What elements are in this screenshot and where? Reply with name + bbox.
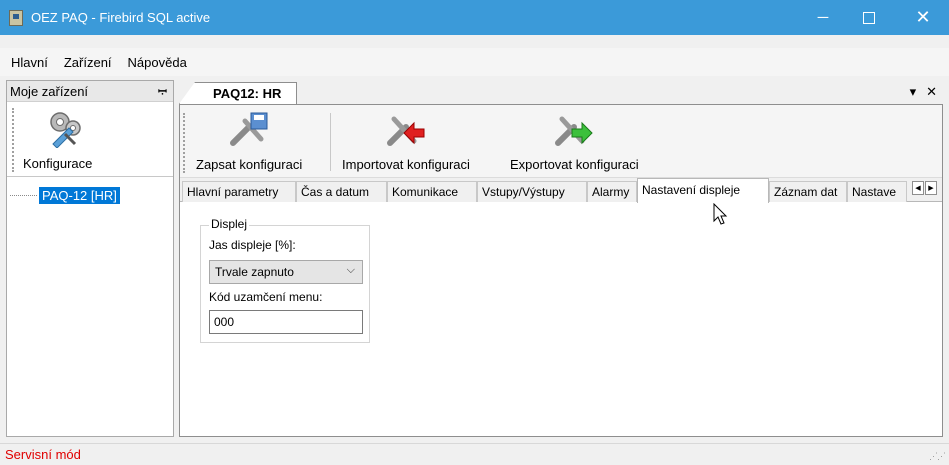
- tab-time-date[interactable]: Čas a datum: [296, 181, 387, 202]
- tab-settings-more[interactable]: Nastave: [847, 181, 907, 202]
- tree-item-device[interactable]: PAQ-12 [HR]: [10, 187, 120, 204]
- minimize-button[interactable]: ─: [800, 0, 846, 35]
- pin-icon[interactable]: ꟷ̣: [158, 84, 167, 99]
- tree-item-label: PAQ-12 [HR]: [39, 187, 120, 204]
- brightness-value: Trvale zapnuto: [215, 265, 294, 279]
- import-config-icon: [386, 116, 425, 146]
- export-config-button[interactable]: Exportovat konfiguraci: [510, 109, 639, 172]
- write-config-label: Zapsat konfiguraci: [196, 157, 303, 172]
- resize-grip-icon[interactable]: ⋰⋰: [929, 451, 946, 462]
- devices-panel-header: Moje zařízení ꟷ̣: [7, 81, 173, 102]
- devices-panel: Moje zařízení ꟷ̣ Konfigurace PAQ-12 [HR]: [6, 80, 174, 437]
- app-icon: [9, 9, 23, 26]
- toolbar-separator: [330, 113, 331, 171]
- tab-scroll-left-icon[interactable]: ◀: [912, 181, 924, 195]
- settings-tabs: Hlavní parametry Čas a datum Komunikace …: [180, 178, 942, 203]
- close-document-icon[interactable]: ✕: [926, 84, 937, 100]
- menu-main[interactable]: Hlavní: [3, 55, 56, 70]
- tab-data-logging[interactable]: Záznam dat: [769, 181, 847, 202]
- display-group-title: Displej: [209, 217, 250, 231]
- chevron-down-icon: ⌵: [346, 264, 355, 276]
- status-bar: Servisní mód ⋰⋰: [0, 443, 949, 465]
- menu-bar: Hlavní Zařízení Nápověda: [0, 48, 949, 76]
- tab-main-parameters[interactable]: Hlavní parametry: [182, 181, 296, 202]
- tree-connector: [10, 195, 37, 196]
- close-button[interactable]: ✕: [900, 0, 946, 35]
- mouse-cursor-icon: [713, 203, 728, 225]
- configuration-label: Konfigurace: [23, 156, 93, 171]
- document-body: Zapsat konfiguraci Importovat konfigurac…: [179, 104, 943, 437]
- menu-device[interactable]: Zařízení: [56, 55, 120, 70]
- maximize-button[interactable]: [846, 0, 892, 35]
- brightness-select[interactable]: Trvale zapnuto ⌵: [209, 260, 363, 284]
- display-group: Displej Jas displeje [%]: Trvale zapnuto…: [200, 217, 370, 343]
- document-tab[interactable]: PAQ12: HR: [179, 82, 297, 104]
- tab-inputs-outputs[interactable]: Vstupy/Výstupy: [477, 181, 587, 202]
- tab-alarms[interactable]: Alarmy: [587, 181, 637, 202]
- write-config-button[interactable]: Zapsat konfiguraci: [196, 109, 302, 172]
- configuration-button[interactable]: Konfigurace: [7, 102, 173, 177]
- tab-scroll-right-icon[interactable]: ▶: [925, 181, 937, 195]
- document-controls: ▾ ✕: [910, 84, 937, 100]
- maximize-icon: [863, 11, 875, 24]
- window-title: OEZ PAQ - Firebird SQL active: [31, 10, 211, 25]
- export-config-label: Exportovat konfiguraci: [510, 157, 639, 172]
- gears-icon: [50, 112, 81, 148]
- lock-code-label: Kód uzamčení menu:: [209, 290, 323, 304]
- write-config-icon: [230, 112, 268, 146]
- title-bar: OEZ PAQ - Firebird SQL active ─ ✕: [0, 0, 949, 35]
- lock-code-value: 000: [214, 315, 235, 329]
- devices-panel-title: Moje zařízení: [10, 83, 89, 99]
- toolbar-grip: [12, 108, 14, 172]
- toolbar: Zapsat konfiguraci Importovat konfigurac…: [180, 105, 942, 178]
- document-tab-label: PAQ12: HR: [213, 86, 282, 101]
- status-text: Servisní mód: [5, 447, 81, 462]
- document-tabstrip: PAQ12: HR ▾ ✕: [179, 80, 943, 104]
- dropdown-arrow-icon[interactable]: ▾: [910, 84, 917, 100]
- tab-display-settings[interactable]: Nastavení displeje: [637, 178, 769, 203]
- brightness-label: Jas displeje [%]:: [209, 238, 296, 252]
- document-area: PAQ12: HR ▾ ✕ Zapsat konfiguraci Importo…: [179, 80, 943, 437]
- export-config-icon: [555, 116, 594, 146]
- menu-help[interactable]: Nápověda: [120, 55, 195, 70]
- display-settings-content: Displej Jas displeje [%]: Trvale zapnuto…: [180, 203, 942, 436]
- import-config-label: Importovat konfiguraci: [342, 157, 470, 172]
- tab-communication[interactable]: Komunikace: [387, 181, 477, 202]
- toolbar-grip: [183, 113, 185, 173]
- lock-code-input[interactable]: 000: [209, 310, 363, 334]
- import-config-button[interactable]: Importovat konfiguraci: [342, 109, 470, 172]
